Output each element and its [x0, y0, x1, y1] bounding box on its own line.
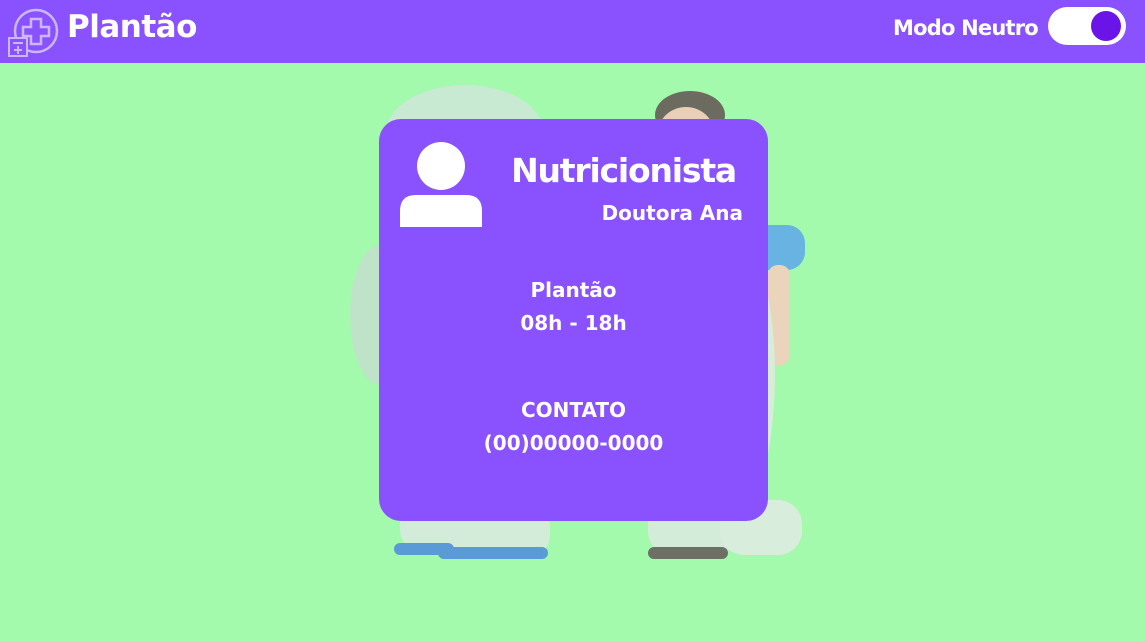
- mode-label: Modo Neutro: [893, 16, 1039, 40]
- shift-label: Plantão: [530, 278, 617, 302]
- specialty-title: Nutricionista: [511, 151, 737, 190]
- doctor-card: Nutricionista Doutora Ana Plantão 08h - …: [379, 119, 768, 521]
- top-bar: Plantão Modo Neutro: [0, 0, 1145, 63]
- doctor-name: Doutora Ana: [601, 201, 743, 225]
- hospital-plus-icon: [8, 8, 59, 57]
- shift-hours: 08h - 18h: [520, 311, 627, 335]
- toggle-knob[interactable]: [1091, 11, 1121, 41]
- brand-title: Plantão: [67, 9, 197, 45]
- contact-phone: (00)00000-0000: [483, 431, 664, 455]
- neutral-mode-toggle[interactable]: [1048, 7, 1126, 45]
- user-icon: [400, 142, 482, 227]
- contact-label: CONTATO: [520, 398, 627, 422]
